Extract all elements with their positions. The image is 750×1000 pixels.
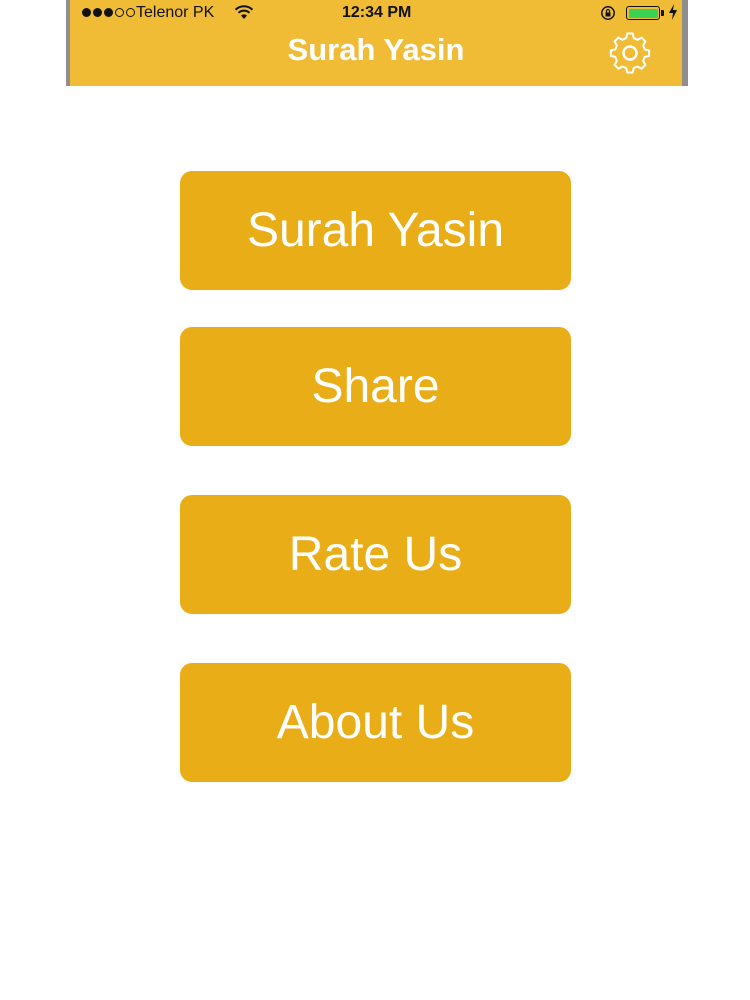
status-bar: Telenor PK 12:34 PM <box>70 0 682 26</box>
app-screen: Telenor PK 12:34 PM Surah Yasin Surah Ya… <box>0 0 750 1000</box>
signal-dot <box>115 8 124 17</box>
charging-icon <box>669 4 677 20</box>
signal-dot <box>93 8 102 17</box>
surah-yasin-button[interactable]: Surah Yasin <box>180 171 571 290</box>
rotation-lock-icon <box>601 6 615 20</box>
signal-strength-icon <box>82 8 135 17</box>
battery-tip <box>661 10 664 16</box>
navigation-bar: Telenor PK 12:34 PM Surah Yasin <box>66 0 688 86</box>
gear-icon[interactable] <box>605 30 655 76</box>
status-time: 12:34 PM <box>342 4 412 21</box>
share-button[interactable]: Share <box>180 327 571 446</box>
battery-icon <box>626 6 660 20</box>
about-us-button[interactable]: About Us <box>180 663 571 782</box>
page-title: Surah Yasin <box>287 32 465 67</box>
signal-dot <box>104 8 113 17</box>
wifi-icon <box>234 5 254 19</box>
carrier-name: Telenor PK <box>136 4 215 21</box>
signal-dot <box>126 8 135 17</box>
signal-dot <box>82 8 91 17</box>
battery-level <box>628 8 658 18</box>
rate-us-button[interactable]: Rate Us <box>180 495 571 614</box>
